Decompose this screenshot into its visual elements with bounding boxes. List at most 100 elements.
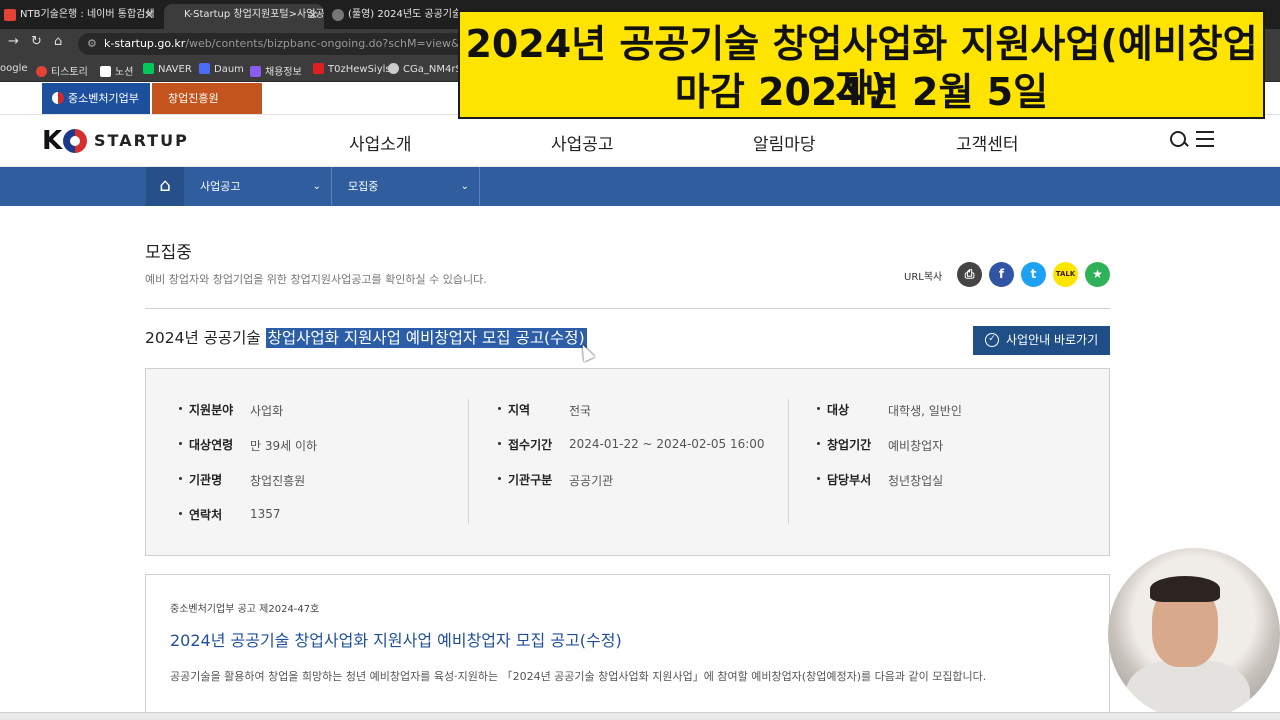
info-value: 1357 [250, 507, 281, 521]
taskbar-edge [0, 712, 1280, 720]
posting-info-box: 지원분야 사업화 대상연령 만 39세 이하 기관명 창업진흥원 연락처 135… [145, 368, 1110, 556]
close-tab-icon[interactable]: ✕ [144, 4, 154, 26]
site-info-icon[interactable]: ⚙ [87, 33, 97, 55]
notice-content: 중소벤처기업부 공고 제2024-47호 2024년 공공기술 창업사업화 지원… [145, 574, 1110, 720]
button-label: 사업안내 바로가기 [1006, 333, 1099, 347]
facebook-icon[interactable]: f [989, 262, 1014, 287]
kakaotalk-icon[interactable]: TALK [1053, 262, 1078, 287]
info-value: 공공기관 [569, 474, 614, 488]
bookmark-label: 티스토리 [51, 67, 88, 78]
info-value: 2024-01-22 ~ 2024-02-05 16:00 [569, 437, 765, 451]
info-value: 청년창업실 [888, 474, 944, 488]
browser-tab[interactable]: NTB기술은행 : 네이버 통합검색 ✕ [0, 4, 160, 29]
page-title: 모집중 [145, 243, 192, 263]
notice-title: 2024년 공공기술 창업사업화 지원사업 예비창업자 모집 공고(수정) [170, 631, 622, 650]
breadcrumb-label: 모집중 [348, 180, 379, 193]
tistory-icon [36, 66, 47, 77]
bookmark-item[interactable]: 채용정보 [250, 63, 302, 78]
home-icon[interactable]: ⌂ [146, 167, 184, 206]
bookmark-item[interactable]: NAVER [143, 63, 192, 75]
caption-line-2: 마감 2024년 2월 5일 [674, 70, 1049, 114]
bookmark-label: Daum [214, 64, 244, 75]
search-icon[interactable] [1168, 129, 1190, 151]
business-guide-button[interactable]: ✓ 사업안내 바로가기 [973, 326, 1110, 355]
info-label: 지역 [497, 403, 531, 417]
ministry-link[interactable]: 중소벤처기업부 [42, 83, 150, 114]
bookmark-item[interactable]: 티스토리 [36, 63, 88, 78]
star-icon[interactable]: ★ [1085, 262, 1110, 287]
mouse-cursor-icon [577, 342, 595, 362]
logo-letter: K [42, 126, 63, 156]
reload-icon[interactable]: ↻ [31, 34, 42, 49]
forward-icon[interactable]: → [8, 34, 19, 49]
breadcrumb-dropdown-category[interactable]: 사업공고 ⌄ [184, 167, 332, 206]
chevron-down-icon: ⌄ [460, 181, 469, 192]
url-copy-button[interactable]: URL복사 [904, 268, 942, 283]
bookmark-label: oogle [0, 63, 28, 74]
bookmark-item[interactable]: oogle [0, 63, 28, 74]
bookmark-item[interactable]: 노션 [100, 63, 133, 78]
check-circle-icon: ✓ [985, 333, 999, 347]
posting-title-plain: 2024년 공공기술 [145, 329, 266, 347]
posting-title-selected: 창업사업화 지원사업 예비창업자 모집 공고(수정) [265, 328, 587, 348]
info-label: 기관명 [178, 473, 223, 487]
print-icon[interactable]: ⎙ [957, 262, 982, 287]
jobs-icon [250, 66, 261, 77]
info-label: 담당부서 [816, 473, 872, 487]
breadcrumb-dropdown-status[interactable]: 모집중 ⌄ [332, 167, 480, 206]
home-icon[interactable]: ⌂ [54, 34, 62, 49]
tab-favicon-icon [332, 9, 344, 21]
tab-favicon-icon [4, 9, 16, 21]
divider [145, 308, 1110, 309]
page-description: 예비 창업자와 창업기업을 위한 창업지원사업공고를 확인하실 수 있습니다. [145, 273, 487, 286]
info-label: 지원분야 [178, 403, 234, 417]
info-value: 만 39세 이하 [250, 439, 318, 453]
info-label: 대상연령 [178, 438, 234, 452]
nav-business-intro[interactable]: 사업소개 [349, 130, 412, 155]
presenter-body [1126, 660, 1250, 720]
nav-news[interactable]: 알림마당 [753, 130, 816, 155]
menu-icon[interactable] [1196, 131, 1214, 147]
close-tab-icon[interactable]: ✕ [308, 4, 318, 26]
info-label: 대상 [816, 403, 850, 417]
bookmark-label: 노션 [115, 67, 134, 78]
info-label: 기관구분 [497, 473, 553, 487]
nav-business-notice[interactable]: 사업공고 [551, 130, 614, 155]
breadcrumb: ⌂ 사업공고 ⌄ 모집중 ⌄ [0, 167, 1280, 206]
notice-number: 중소벤처기업부 공고 제2024-47호 [170, 604, 320, 615]
tab-title: (풀영) 2024년도 공공기술 창… [348, 9, 458, 20]
browser-tab-active[interactable]: K-Startup 창업지원포털>사업공고 ✕ [164, 4, 324, 29]
twitter-icon[interactable]: t [1021, 262, 1046, 287]
presenter-hair [1150, 576, 1220, 602]
bookmark-label: T0zHewSiyls [328, 64, 391, 75]
nav-customer-center[interactable]: 고객센터 [956, 130, 1019, 155]
video-caption-banner: 2024년 공공기술 창업사업화 지원사업(예비창업자) 마감 2024년 2월… [458, 10, 1265, 119]
daum-icon [199, 63, 210, 74]
breadcrumb-label: 사업공고 [200, 180, 241, 193]
info-value: 대학생, 일반인 [888, 404, 962, 418]
notion-icon [100, 66, 111, 77]
info-label: 접수기간 [497, 438, 553, 452]
info-value: 전국 [569, 404, 592, 418]
agency-link[interactable]: 창업진흥원 [152, 83, 262, 114]
youtube-icon [313, 63, 324, 74]
info-value: 사업화 [250, 404, 284, 418]
bookmark-label: NAVER [158, 64, 192, 75]
bookmark-item[interactable]: Daum [199, 63, 244, 75]
tab-title: K-Startup 창업지원포털>사업공고 [184, 9, 324, 20]
site-header: K STARTUP 사업소개 사업공고 알림마당 고객센터 [0, 115, 1280, 167]
webcam-overlay [1108, 548, 1280, 720]
url-host: k-startup.go.kr [104, 37, 186, 50]
browser-tab[interactable]: (풀영) 2024년도 공공기술 창… [328, 4, 458, 29]
globe-icon [388, 63, 399, 74]
info-value: 예비창업자 [888, 439, 944, 453]
bookmark-item[interactable]: T0zHewSiyls [313, 63, 391, 75]
posting-title: 2024년 공공기술 창업사업화 지원사업 예비창업자 모집 공고(수정) [145, 326, 587, 348]
logo-text: STARTUP [94, 131, 189, 150]
column-divider [788, 399, 789, 524]
naver-icon [143, 63, 154, 74]
info-value: 창업진흥원 [250, 474, 306, 488]
bookmark-label: 채용정보 [265, 67, 302, 78]
column-divider [468, 399, 469, 524]
chevron-down-icon: ⌄ [312, 181, 321, 192]
